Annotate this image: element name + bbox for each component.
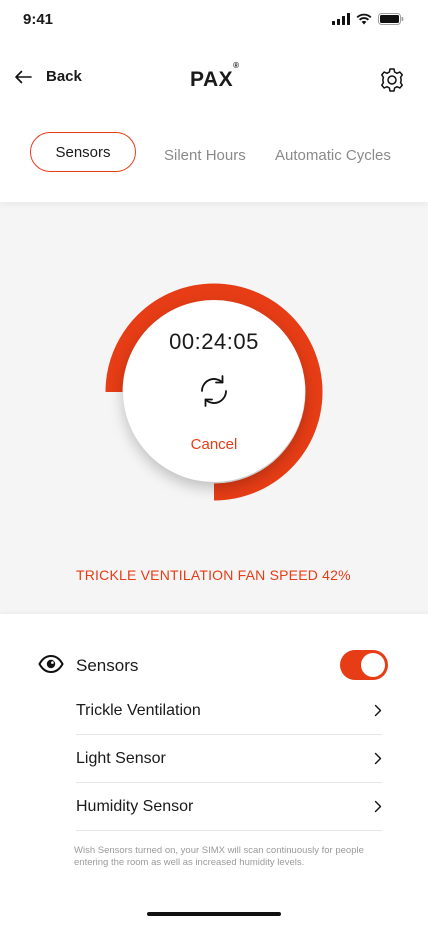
tab-sensors[interactable]: Sensors — [30, 132, 136, 172]
sensors-header: Sensors — [38, 650, 388, 682]
chevron-right-icon — [374, 752, 382, 765]
sensors-note: Wish Sensors turned on, your SIMX will s… — [74, 845, 364, 868]
sensor-list: Trickle Ventilation Light Sensor Humidit… — [76, 687, 382, 831]
list-item-label: Humidity Sensor — [76, 798, 194, 815]
wifi-icon — [356, 13, 372, 25]
status-time: 9:41 — [23, 11, 54, 28]
eye-icon — [38, 654, 64, 674]
back-button[interactable]: Back — [14, 68, 82, 85]
chevron-right-icon — [374, 704, 382, 717]
cycle-icon — [201, 375, 227, 407]
list-item-trickle-ventilation[interactable]: Trickle Ventilation — [76, 687, 382, 735]
signal-icon — [332, 13, 350, 25]
logo-text: PAX — [190, 68, 234, 91]
brand-logo: PAX® — [190, 61, 240, 92]
back-label: Back — [46, 68, 82, 85]
back-arrow-icon — [15, 70, 32, 83]
home-indicator — [147, 912, 281, 916]
cancel-button[interactable]: Cancel — [123, 436, 305, 453]
logo-mark: ® — [233, 61, 240, 70]
sensors-title: Sensors — [76, 656, 139, 675]
timer-countdown: 00:24:05 — [169, 329, 259, 354]
list-item-humidity-sensor[interactable]: Humidity Sensor — [76, 783, 382, 831]
tab-bar: Sensors Silent Hours Automatic Cycles — [0, 132, 428, 172]
fan-speed-status: TRICKLE VENTILATION FAN SPEED 42% — [76, 567, 351, 583]
list-item-label: Trickle Ventilation — [76, 702, 201, 719]
status-icons — [332, 13, 404, 25]
chevron-right-icon — [374, 800, 382, 813]
list-item-light-sensor[interactable]: Light Sensor — [76, 735, 382, 783]
tab-automatic-cycles[interactable]: Automatic Cycles — [275, 147, 391, 164]
status-bar: 9:41 — [0, 0, 428, 44]
tab-silent-hours[interactable]: Silent Hours — [164, 147, 246, 164]
list-item-label: Light Sensor — [76, 750, 166, 767]
sensors-toggle[interactable] — [340, 650, 388, 680]
battery-icon — [378, 13, 404, 25]
nav-bar: Back PAX® — [0, 58, 428, 104]
gear-icon[interactable] — [379, 67, 405, 93]
toggle-knob — [361, 653, 385, 677]
